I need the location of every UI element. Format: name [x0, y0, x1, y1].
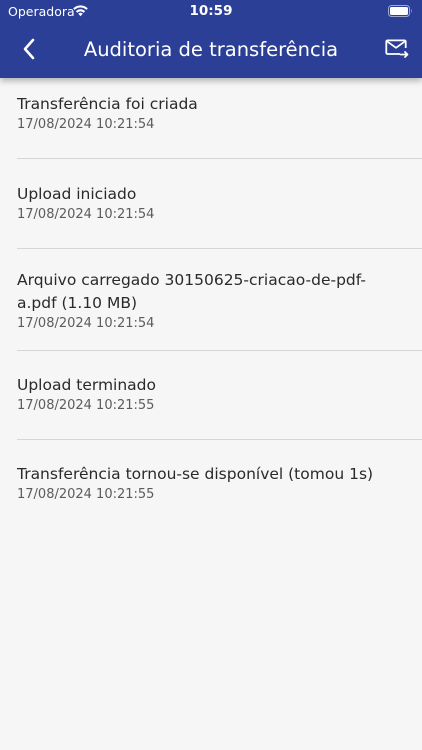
event-title: Arquivo carregado 30150625-criacao-de-pd… — [17, 271, 366, 312]
status-bar: Operadora 10:59 — [0, 0, 422, 24]
event-timestamp: 17/08/2024 10:21:55 — [17, 398, 155, 413]
event-timestamp: 17/08/2024 10:21:54 — [17, 207, 155, 222]
event-timestamp: 17/08/2024 10:21:54 — [17, 117, 155, 132]
event-timestamp: 17/08/2024 10:21:55 — [17, 487, 155, 502]
page-title: Auditoria de transferência — [83, 38, 339, 61]
navigation-bar: Auditoria de transferência — [0, 24, 422, 78]
event-title: Transferência tornou-se disponível (tomo… — [17, 465, 374, 483]
event-title: Upload iniciado — [17, 185, 137, 203]
event-title: Upload terminado — [17, 376, 157, 394]
event-timestamp: 17/08/2024 10:21:54 — [17, 316, 155, 331]
list-item: Upload iniciado 17/08/2024 10:21:54 — [17, 159, 422, 249]
battery-icon — [388, 5, 412, 17]
list-item: Transferência tornou-se disponível (tomo… — [17, 440, 422, 530]
header: Operadora 10:59 Auditoria de transferênc… — [0, 0, 422, 78]
email-report-button[interactable] — [384, 36, 410, 62]
transfer-audit-screen: Operadora 10:59 Auditoria de transferênc… — [0, 0, 422, 750]
event-title: Transferência foi criada — [17, 95, 198, 113]
audit-event-list: Transferência foi criada 17/08/2024 10:2… — [0, 78, 422, 530]
list-item: Upload terminado 17/08/2024 10:21:55 — [17, 351, 422, 440]
list-item: Arquivo carregado 30150625-criacao-de-pd… — [17, 249, 422, 351]
status-time: 10:59 — [189, 3, 233, 19]
mail-forward-icon — [385, 39, 409, 58]
list-item: Transferência foi criada 17/08/2024 10:2… — [17, 78, 422, 159]
